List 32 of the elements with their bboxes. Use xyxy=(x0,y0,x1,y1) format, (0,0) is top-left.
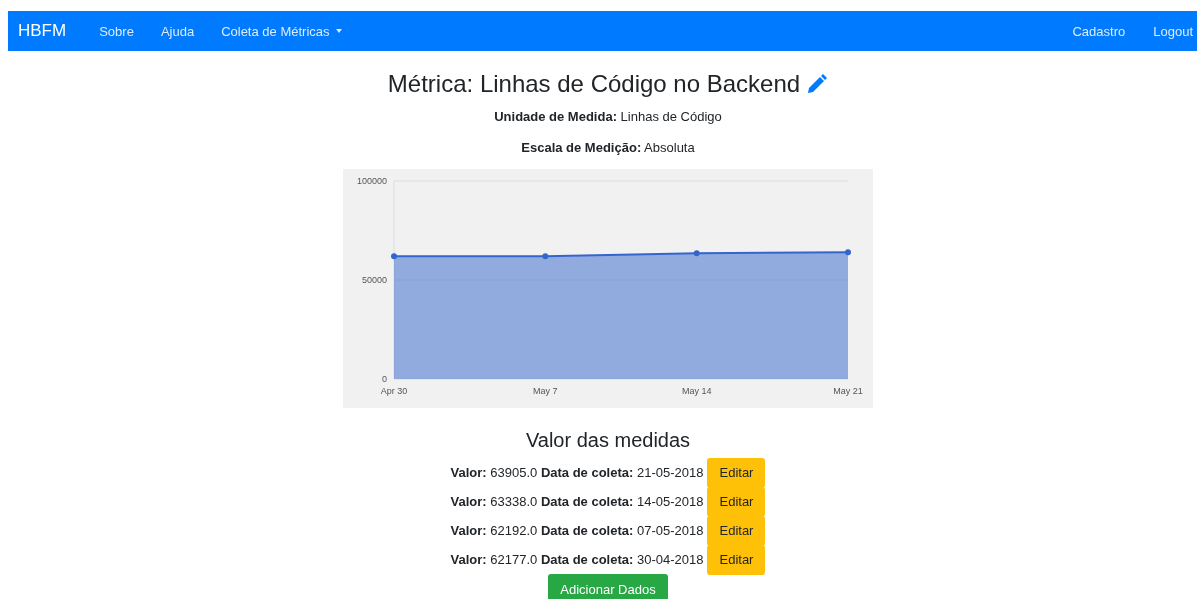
nav-dropdown[interactable]: Coleta de Métricas xyxy=(221,23,342,39)
edit-button[interactable]: Editar xyxy=(707,544,766,575)
edit-button[interactable]: Editar xyxy=(707,486,766,517)
data-point xyxy=(542,253,549,260)
pencil-icon[interactable] xyxy=(806,73,829,95)
axis-label: 0 xyxy=(382,374,387,384)
nav-link[interactable]: Sobre xyxy=(99,23,134,39)
nav-link[interactable]: Logout xyxy=(1153,23,1193,39)
axis-label: May 14 xyxy=(681,386,712,396)
axis-label: May 7 xyxy=(533,386,558,396)
nav-link[interactable]: Ajuda xyxy=(160,23,195,39)
section-title: Valor das medidas xyxy=(525,429,691,452)
data-point xyxy=(693,250,700,257)
axis-label: May 21 xyxy=(833,386,863,396)
measure-text: Valor: 63338.0 Data de coleta: 14-05-2018 xyxy=(450,494,704,509)
nav-link[interactable]: Cadastro xyxy=(1072,23,1126,39)
axis-label: Apr 30 xyxy=(380,386,408,396)
measure-text: Valor: 62177.0 Data de coleta: 30-04-2018 xyxy=(450,552,704,567)
brand-logo[interactable]: HBFM xyxy=(18,21,67,41)
metric-detail: Unidade de Medida: Linhas de Código xyxy=(494,109,722,124)
add-data-button[interactable]: Adicionar Dados xyxy=(548,574,668,599)
axis-label: 100000 xyxy=(356,176,387,186)
metric-detail: Escala de Medição: Absoluta xyxy=(521,140,695,155)
caret-icon xyxy=(335,29,342,33)
measure-text: Valor: 62192.0 Data de coleta: 07-05-2018 xyxy=(450,523,704,538)
edit-button[interactable]: Editar xyxy=(707,457,766,488)
axis-label: 50000 xyxy=(361,275,387,285)
page-title: Métrica: Linhas de Código no Backend xyxy=(387,70,801,98)
edit-button[interactable]: Editar xyxy=(707,515,766,546)
data-point xyxy=(845,249,851,256)
data-point xyxy=(391,253,397,260)
measure-text: Valor: 63905.0 Data de coleta: 21-05-2018 xyxy=(450,465,704,480)
